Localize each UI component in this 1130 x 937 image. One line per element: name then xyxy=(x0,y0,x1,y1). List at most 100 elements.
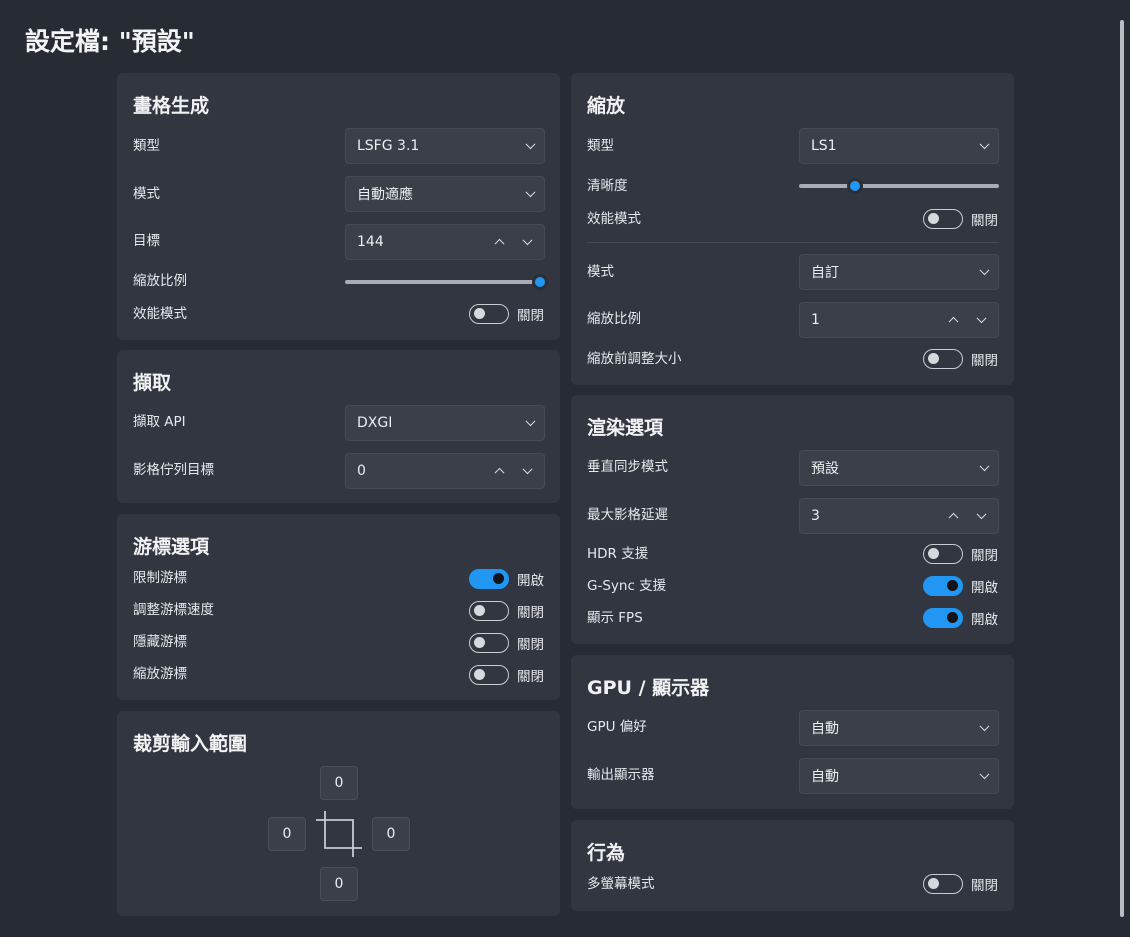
toggle-knob xyxy=(474,308,485,319)
scaling-prescale-toggle[interactable]: 關閉 xyxy=(923,349,1003,369)
scaling-perf-toggle[interactable]: 關閉 xyxy=(923,209,1003,229)
toggle-knob xyxy=(928,213,939,224)
toggle-state-label: 關閉 xyxy=(971,548,998,564)
cursor-speed-toggle[interactable]: 關閉 xyxy=(469,601,549,621)
behavior-multi-label: 多螢幕模式 xyxy=(587,876,655,892)
divider xyxy=(587,242,999,243)
render-latency-stepper[interactable]: 3 xyxy=(799,498,999,534)
crop-bottom-input[interactable]: 0 xyxy=(320,867,358,901)
render-vsync-value: 預設 xyxy=(811,461,839,477)
slider-thumb[interactable] xyxy=(532,274,548,290)
render-latency-label: 最大影格延遲 xyxy=(587,507,668,523)
chevron-down-icon[interactable] xyxy=(976,313,987,324)
slider-thumb[interactable] xyxy=(847,178,864,194)
chevron-down-icon[interactable] xyxy=(522,235,533,246)
chevron-down-icon[interactable] xyxy=(976,509,987,520)
toggle-knob xyxy=(947,612,958,623)
framegen-type-select[interactable]: LSFG 3.1 xyxy=(345,128,545,164)
toggle-state-label: 關閉 xyxy=(971,213,998,229)
capture-queue-stepper[interactable]: 0 xyxy=(345,453,545,489)
render-vsync-select[interactable]: 預設 xyxy=(799,450,999,486)
scaling-perf-label: 效能模式 xyxy=(587,211,641,227)
crop-title: 裁剪輸入範圍 xyxy=(133,733,248,755)
chevron-down-icon xyxy=(979,721,990,732)
toggle-switch[interactable] xyxy=(923,608,963,628)
cursor-clip-toggle[interactable]: 開啟 xyxy=(469,569,549,589)
toggle-switch[interactable] xyxy=(923,544,963,564)
toggle-switch[interactable] xyxy=(923,576,963,596)
toggle-state-label: 關閉 xyxy=(971,353,998,369)
capture-queue-value: 0 xyxy=(357,463,366,479)
toggle-knob xyxy=(928,548,939,559)
cursor-item-label: 限制游標 xyxy=(133,570,187,586)
capture-title: 擷取 xyxy=(133,372,172,394)
gpu-pref-label: GPU 偏好 xyxy=(587,719,647,735)
behavior-card: 行為 多螢幕模式 關閉 xyxy=(571,820,1014,911)
chevron-down-icon xyxy=(525,139,536,150)
chevron-up-icon[interactable] xyxy=(494,238,505,249)
toggle-switch[interactable] xyxy=(923,209,963,229)
toggle-state-label: 關閉 xyxy=(517,605,544,621)
render-vsync-label: 垂直同步模式 xyxy=(587,459,668,475)
slider-track xyxy=(799,184,999,188)
scaling-type-label: 類型 xyxy=(587,138,614,154)
scaling-factor-value: 1 xyxy=(811,312,820,328)
crop-right-input[interactable]: 0 xyxy=(372,817,410,851)
crop-top-input[interactable]: 0 xyxy=(320,766,358,800)
framegen-scale-slider[interactable] xyxy=(345,274,548,290)
behavior-multi-toggle[interactable]: 關閉 xyxy=(923,874,1003,894)
chevron-down-icon xyxy=(979,265,990,276)
scaling-card: 縮放 類型 LS1 清晰度 效能模式 關閉 模式 自訂 縮放比例 1 縮放前調整… xyxy=(571,73,1014,385)
toggle-switch[interactable] xyxy=(469,665,509,685)
chevron-up-icon[interactable] xyxy=(494,467,505,478)
framegen-perf-toggle[interactable]: 關閉 xyxy=(469,304,549,324)
behavior-title: 行為 xyxy=(587,842,626,864)
framegen-target-stepper[interactable]: 144 xyxy=(345,224,545,260)
chevron-up-icon[interactable] xyxy=(948,316,959,327)
capture-queue-label: 影格佇列目標 xyxy=(133,462,214,478)
scaling-prescale-label: 縮放前調整大小 xyxy=(587,351,682,367)
scrollbar[interactable] xyxy=(1120,20,1124,917)
framegen-mode-label: 模式 xyxy=(133,186,160,202)
gpu-output-select[interactable]: 自動 xyxy=(799,758,999,794)
toggle-switch[interactable] xyxy=(469,304,509,324)
toggle-switch[interactable] xyxy=(923,349,963,369)
capture-api-select[interactable]: DXGI xyxy=(345,405,545,441)
crop-left-input[interactable]: 0 xyxy=(268,817,306,851)
gpu-pref-select[interactable]: 自動 xyxy=(799,710,999,746)
chevron-down-icon xyxy=(525,416,536,427)
crop-icon xyxy=(316,811,362,857)
framegen-mode-select[interactable]: 自動適應 xyxy=(345,176,545,212)
chevron-down-icon xyxy=(525,187,536,198)
framegen-card: 畫格生成 類型 LSFG 3.1 模式 自動適應 目標 144 縮放比例 效能模… xyxy=(117,73,560,340)
toggle-state-label: 關閉 xyxy=(971,878,998,894)
scaling-factor-label: 縮放比例 xyxy=(587,311,641,327)
toggle-switch[interactable] xyxy=(469,601,509,621)
toggle-knob xyxy=(474,605,485,616)
toggle-knob xyxy=(928,353,939,364)
chevron-up-icon[interactable] xyxy=(948,512,959,523)
toggle-knob xyxy=(947,580,958,591)
chevron-down-icon xyxy=(979,769,990,780)
render-hdr-toggle[interactable]: 關閉 xyxy=(923,544,1003,564)
scaling-type-select[interactable]: LS1 xyxy=(799,128,999,164)
toggle-switch[interactable] xyxy=(923,874,963,894)
toggle-state-label: 關閉 xyxy=(517,308,544,324)
render-gsync-toggle[interactable]: 開啟 xyxy=(923,576,1003,596)
page-title: 設定檔: "預設" xyxy=(25,27,195,56)
toggle-switch[interactable] xyxy=(469,569,509,589)
cursor-item-label: 調整游標速度 xyxy=(133,602,214,618)
toggle-switch[interactable] xyxy=(469,633,509,653)
render-fps-toggle[interactable]: 開啟 xyxy=(923,608,1003,628)
scaling-factor-stepper[interactable]: 1 xyxy=(799,302,999,338)
scaling-mode-select[interactable]: 自訂 xyxy=(799,254,999,290)
render-card: 渲染選項 垂直同步模式 預設 最大影格延遲 3 HDR 支援 關閉 G-Sync… xyxy=(571,395,1014,644)
scaling-sharpness-slider[interactable] xyxy=(799,178,999,194)
cursor-hide-toggle[interactable]: 關閉 xyxy=(469,633,549,653)
scaling-type-value: LS1 xyxy=(811,138,837,154)
gpu-output-label: 輸出顯示器 xyxy=(587,767,655,783)
chevron-down-icon[interactable] xyxy=(522,464,533,475)
cursor-item-label: 隱藏游標 xyxy=(133,634,187,650)
cursor-scale-toggle[interactable]: 關閉 xyxy=(469,665,549,685)
scaling-sharpness-label: 清晰度 xyxy=(587,178,628,194)
